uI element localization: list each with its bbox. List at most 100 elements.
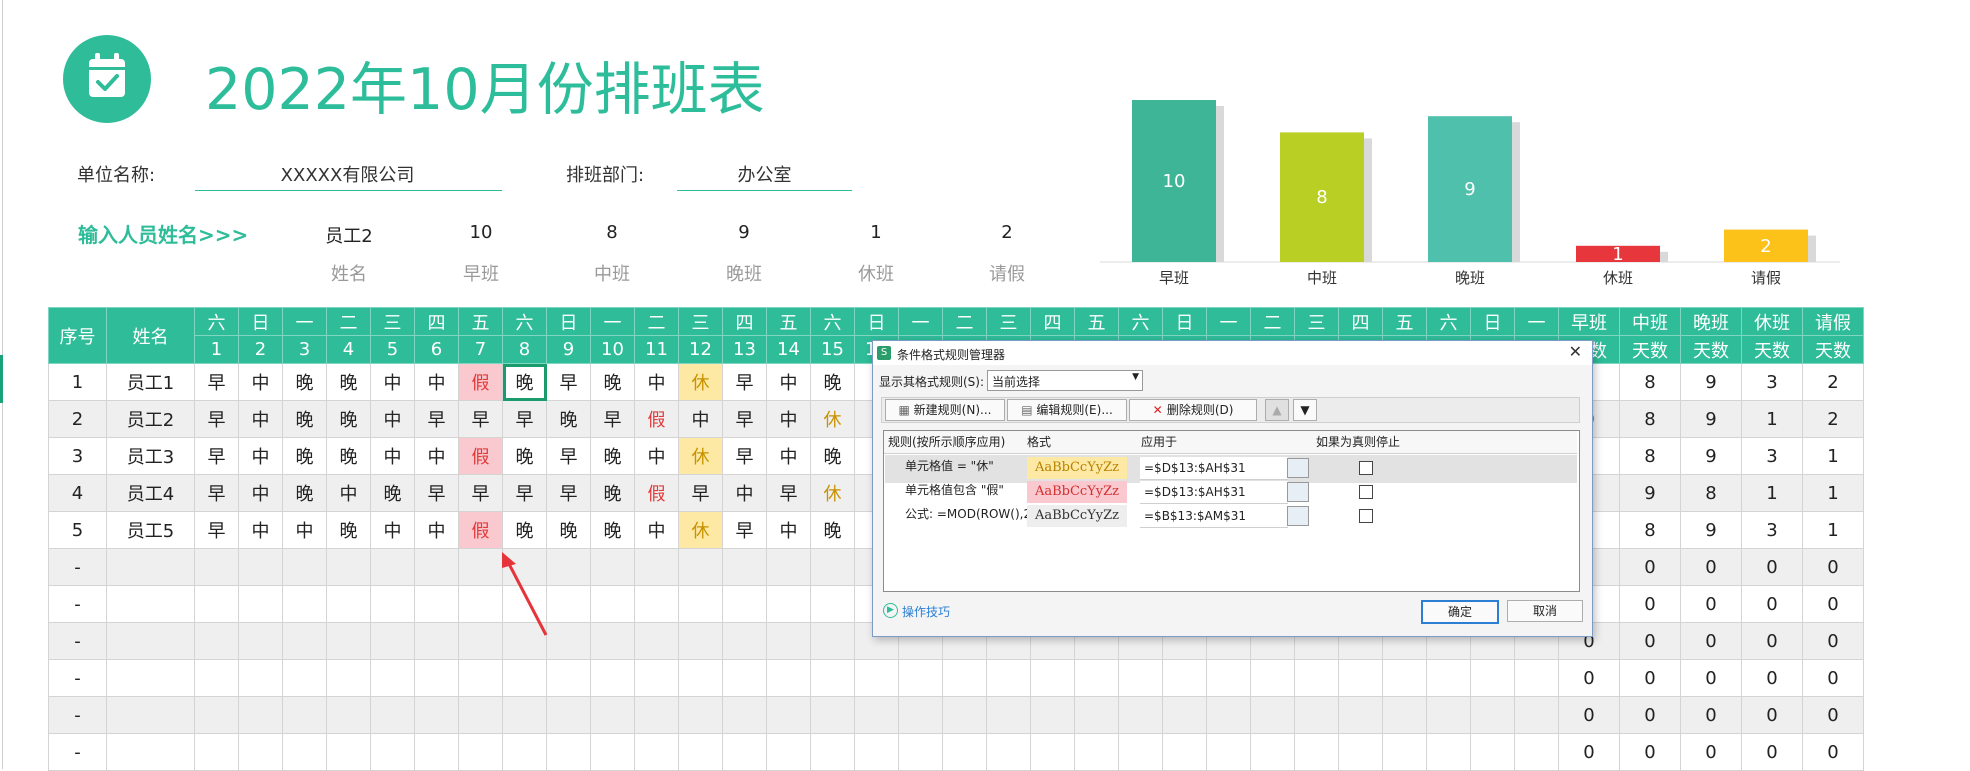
shift-cell[interactable]	[1514, 696, 1559, 734]
shift-cell[interactable]	[502, 696, 547, 734]
shift-cell[interactable]	[1162, 659, 1207, 697]
company-value[interactable]: XXXXX有限公司	[195, 161, 500, 187]
shift-cell[interactable]: 中	[238, 437, 283, 475]
stat-cell[interactable]: 0	[1558, 733, 1620, 771]
shift-cell[interactable]: 晚	[282, 363, 327, 401]
shift-cell[interactable]	[370, 659, 415, 697]
shift-cell[interactable]	[502, 659, 547, 697]
stat-cell[interactable]: 0	[1680, 585, 1742, 623]
show-rules-select[interactable]: 当前选择 ▼	[987, 370, 1143, 391]
shift-cell[interactable]	[722, 696, 767, 734]
shift-cell[interactable]: 中	[238, 511, 283, 549]
shift-cell[interactable]: 休	[678, 363, 723, 401]
shift-cell[interactable]	[1294, 696, 1339, 734]
summary-value[interactable]: 员工2	[299, 222, 399, 248]
shift-cell[interactable]	[898, 733, 943, 771]
shift-cell[interactable]	[546, 696, 591, 734]
stat-cell[interactable]: 0	[1741, 733, 1803, 771]
stat-cell[interactable]: 8	[1619, 400, 1681, 438]
shift-cell[interactable]: 早	[546, 437, 591, 475]
stat-cell[interactable]: 8	[1619, 363, 1681, 401]
shift-cell[interactable]	[238, 585, 283, 623]
applies-to-field[interactable]: =$D$13:$AH$31	[1140, 457, 1288, 480]
shift-cell[interactable]	[1382, 659, 1427, 697]
shift-cell[interactable]: 早	[502, 474, 547, 512]
shift-cell[interactable]	[678, 733, 723, 771]
shift-cell[interactable]: 晚	[810, 437, 855, 475]
shift-cell[interactable]: 休	[678, 437, 723, 475]
shift-cell[interactable]: 早	[678, 474, 723, 512]
stat-cell[interactable]: 9	[1680, 437, 1742, 475]
shift-cell[interactable]: 中	[634, 511, 679, 549]
stop-if-true-checkbox[interactable]	[1359, 461, 1373, 475]
shift-cell[interactable]	[1470, 696, 1515, 734]
stat-cell[interactable]: 0	[1680, 659, 1742, 697]
stat-cell[interactable]: 0	[1802, 659, 1864, 697]
shift-cell[interactable]	[546, 733, 591, 771]
shift-cell[interactable]: 早	[722, 437, 767, 475]
name-cell[interactable]: 员工2	[106, 400, 195, 438]
shift-cell[interactable]: 中	[766, 511, 811, 549]
stat-cell[interactable]: 0	[1741, 548, 1803, 586]
stop-if-true-checkbox[interactable]	[1359, 509, 1373, 523]
shift-cell[interactable]: 晚	[590, 363, 635, 401]
name-cell[interactable]: 员工4	[106, 474, 195, 512]
shift-cell[interactable]	[194, 585, 239, 623]
shift-cell[interactable]: 晚	[502, 437, 547, 475]
stat-cell[interactable]: 9	[1619, 474, 1681, 512]
shift-cell[interactable]: 早	[194, 363, 239, 401]
shift-cell[interactable]: 中	[370, 400, 415, 438]
shift-cell[interactable]	[238, 548, 283, 586]
ok-button[interactable]: 确定	[1421, 600, 1499, 624]
seq-cell[interactable]: -	[48, 622, 107, 660]
close-icon[interactable]: ✕	[1569, 342, 1582, 361]
shift-cell[interactable]	[634, 696, 679, 734]
shift-cell[interactable]	[1338, 733, 1383, 771]
stat-cell[interactable]: 0	[1680, 733, 1742, 771]
stat-cell[interactable]: 2	[1802, 400, 1864, 438]
stat-cell[interactable]: 0	[1558, 696, 1620, 734]
shift-cell[interactable]	[370, 733, 415, 771]
shift-cell[interactable]	[810, 733, 855, 771]
shift-cell[interactable]	[634, 659, 679, 697]
shift-cell[interactable]	[1426, 733, 1471, 771]
seq-cell[interactable]: -	[48, 585, 107, 623]
stat-cell[interactable]: 0	[1680, 622, 1742, 660]
shift-cell[interactable]: 晚	[502, 363, 547, 401]
shift-cell[interactable]: 晚	[326, 363, 371, 401]
shift-cell[interactable]	[194, 733, 239, 771]
shift-cell[interactable]: 晚	[546, 400, 591, 438]
rule-row[interactable]: 公式: =MOD(ROW(),2)=(AaBbCcYyZz =$B$13:$AM$…	[885, 503, 1577, 531]
name-cell[interactable]	[106, 548, 195, 586]
shift-cell[interactable]: 早	[722, 400, 767, 438]
shift-cell[interactable]	[1206, 696, 1251, 734]
shift-cell[interactable]	[986, 696, 1031, 734]
shift-cell[interactable]	[370, 622, 415, 660]
shift-cell[interactable]: 中	[370, 363, 415, 401]
shift-cell[interactable]	[766, 733, 811, 771]
shift-cell[interactable]: 中	[766, 437, 811, 475]
shift-cell[interactable]	[414, 696, 459, 734]
stat-cell[interactable]: 0	[1802, 733, 1864, 771]
shift-cell[interactable]	[326, 696, 371, 734]
shift-cell[interactable]	[1294, 733, 1339, 771]
shift-cell[interactable]	[414, 659, 459, 697]
shift-cell[interactable]	[986, 659, 1031, 697]
shift-cell[interactable]	[194, 622, 239, 660]
stat-cell[interactable]: 0	[1619, 733, 1681, 771]
shift-cell[interactable]	[326, 548, 371, 586]
name-cell[interactable]: 员工1	[106, 363, 195, 401]
seq-cell[interactable]: -	[48, 548, 107, 586]
shift-cell[interactable]: 早	[590, 400, 635, 438]
shift-cell[interactable]	[282, 659, 327, 697]
shift-cell[interactable]	[1162, 733, 1207, 771]
new-rule-button[interactable]: ▦ 新建规则(N)...	[885, 399, 1005, 421]
stat-cell[interactable]: 0	[1619, 659, 1681, 697]
shift-cell[interactable]	[1294, 659, 1339, 697]
stat-cell[interactable]: 0	[1741, 622, 1803, 660]
shift-cell[interactable]	[282, 585, 327, 623]
shift-cell[interactable]: 中	[634, 437, 679, 475]
shift-cell[interactable]: 早	[194, 400, 239, 438]
shift-cell[interactable]	[942, 696, 987, 734]
shift-cell[interactable]	[546, 659, 591, 697]
